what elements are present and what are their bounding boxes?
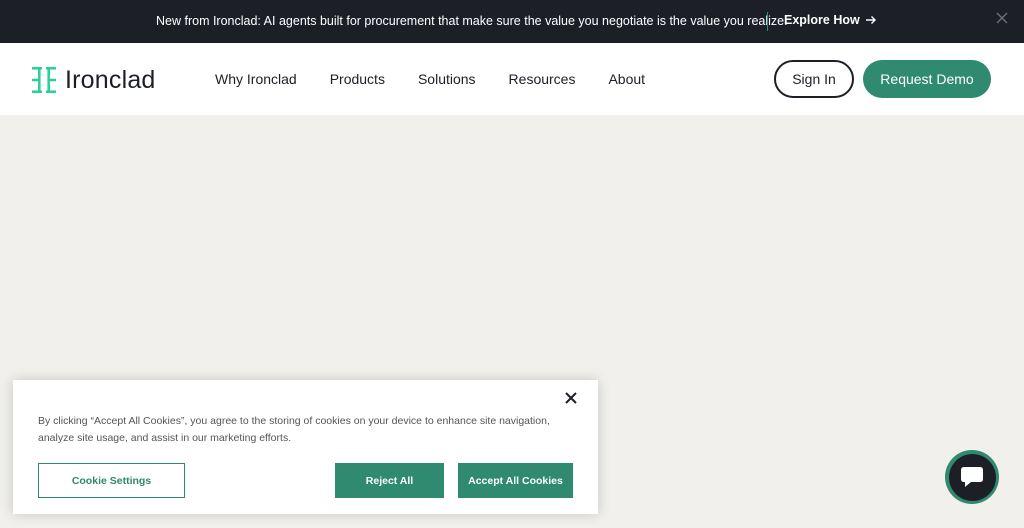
arrow-right-icon bbox=[865, 16, 876, 24]
nav-resources[interactable]: Resources bbox=[509, 71, 576, 87]
request-demo-button[interactable]: Request Demo bbox=[863, 60, 991, 98]
announcement-text: New from Ironclad: AI agents built for p… bbox=[156, 14, 788, 28]
logo[interactable]: Ironclad bbox=[32, 66, 156, 94]
ironclad-logo-icon bbox=[32, 67, 56, 93]
logo-text: Ironclad bbox=[65, 65, 156, 94]
close-icon bbox=[996, 12, 1008, 24]
nav-solutions[interactable]: Solutions bbox=[418, 71, 476, 87]
reject-all-button[interactable]: Reject All bbox=[335, 463, 444, 498]
nav-about[interactable]: About bbox=[608, 71, 645, 87]
chat-widget-button[interactable] bbox=[945, 450, 999, 504]
cookie-settings-button[interactable]: Cookie Settings bbox=[38, 463, 185, 498]
site-header: Ironclad Why Ironclad Products Solutions… bbox=[0, 43, 1024, 115]
main-nav: Why Ironclad Products Solutions Resource… bbox=[215, 71, 645, 87]
cookie-banner: By clicking “Accept All Cookies”, you ag… bbox=[13, 380, 598, 514]
announcement-close-icon[interactable] bbox=[994, 12, 1010, 28]
announcement-bar: New from Ironclad: AI agents built for p… bbox=[0, 0, 1024, 43]
nav-why-ironclad[interactable]: Why Ironclad bbox=[215, 71, 297, 87]
sign-in-button[interactable]: Sign In bbox=[774, 60, 854, 98]
explore-how-link[interactable]: Explore How bbox=[784, 13, 877, 27]
nav-products[interactable]: Products bbox=[330, 71, 385, 87]
announcement-divider bbox=[767, 12, 768, 31]
cookie-close-button[interactable] bbox=[563, 389, 579, 407]
close-icon bbox=[565, 392, 577, 404]
chat-bubble-icon bbox=[961, 467, 983, 487]
cookie-consent-text: By clicking “Accept All Cookies”, you ag… bbox=[38, 415, 550, 444]
explore-how-label: Explore How bbox=[784, 13, 860, 27]
chat-widget-inner bbox=[948, 453, 996, 501]
accept-all-cookies-button[interactable]: Accept All Cookies bbox=[458, 463, 573, 498]
